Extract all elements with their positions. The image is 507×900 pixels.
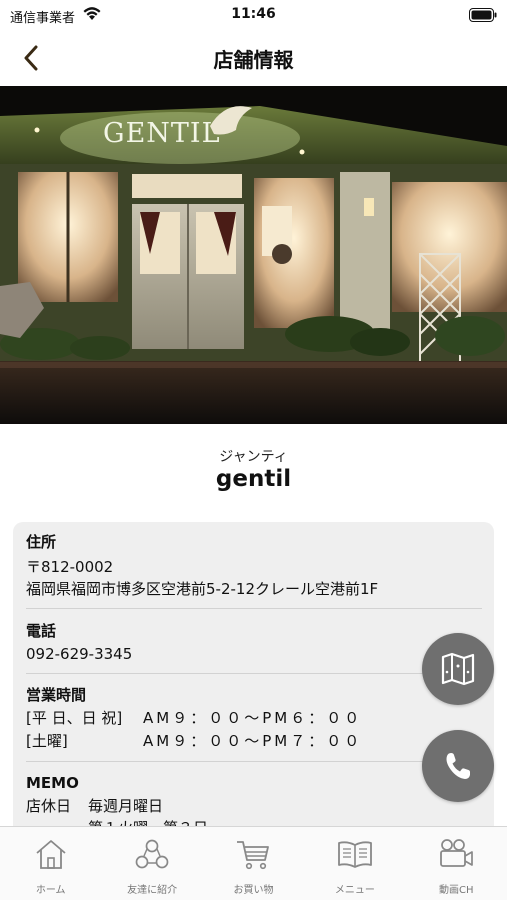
tab-label: メニュー [334, 885, 375, 896]
video-camera-icon [440, 839, 474, 867]
tab-bar: ホーム 友達に紹介 お買い物 メニュー 動画CH [0, 826, 507, 900]
memo-row: 店休日 毎週月曜日 [26, 795, 482, 817]
shop-name: gentil [215, 466, 292, 492]
address-section: 住所 〒812-0002 福岡県福岡市博多区空港前5-2-12クレール空港前1F [26, 532, 482, 600]
call-button[interactable] [422, 730, 494, 802]
tab-label: ホーム [35, 885, 66, 896]
map-icon [441, 652, 475, 686]
hours-row: [平 日、日 祝] AM９：００～PM６：００ [26, 707, 482, 730]
shopping-cart-icon [237, 841, 270, 870]
phone-icon [446, 753, 470, 779]
divider [26, 608, 482, 609]
page-title: 店舗情報 [213, 48, 294, 72]
menu-book-icon [337, 841, 372, 868]
tab-label: 友達に紹介 [127, 885, 178, 896]
clock: 11:46 [231, 6, 276, 22]
hours-row: [土曜] AM９：００～PM７：００ [26, 730, 482, 753]
hours-time: AM９：００～PM６：００ [143, 709, 363, 727]
postal-code: 〒812-0002 [26, 558, 114, 576]
status-bar: 通信事業者 11:46 [0, 0, 507, 30]
tab-label: お買い物 [233, 885, 274, 896]
storefront-sign: GENTIL [103, 118, 221, 149]
business-hours-title: 営業時間 [26, 686, 87, 704]
phone-section: 電話 092-629-3345 [26, 621, 482, 665]
divider [26, 761, 482, 762]
memo-value: 毎週月曜日 [88, 797, 164, 815]
tab-menu[interactable]: メニュー [304, 827, 405, 900]
shop-name-kana: ジャンティ [219, 449, 288, 465]
home-icon [36, 840, 66, 869]
memo-label: 店休日 [26, 797, 72, 815]
hours-day: [平 日、日 祝] [26, 709, 123, 727]
tab-shopping[interactable]: お買い物 [203, 827, 304, 900]
business-hours-section: 営業時間 [平 日、日 祝] AM９：００～PM６：００ [土曜] AM９：００… [26, 685, 482, 753]
battery-icon [469, 8, 497, 22]
share-friends-icon [135, 839, 169, 869]
tab-label: 動画CH [439, 885, 474, 896]
divider [26, 673, 482, 674]
nav-bar: 店舗情報 [0, 30, 507, 86]
tab-video-channel[interactable]: 動画CH [406, 827, 507, 900]
hours-day: [土曜] [26, 732, 68, 750]
hours-time: AM９：００～PM７：００ [143, 732, 363, 750]
phone-number[interactable]: 092-629-3345 [26, 643, 482, 665]
address-title: 住所 [26, 533, 57, 551]
address-line: 福岡県福岡市博多区空港前5-2-12クレール空港前1F [26, 580, 379, 598]
phone-title: 電話 [26, 622, 57, 640]
tab-share-friends[interactable]: 友達に紹介 [101, 827, 202, 900]
storefront-photo: GENTIL [0, 86, 507, 424]
store-info-card: 住所 〒812-0002 福岡県福岡市博多区空港前5-2-12クレール空港前1F… [13, 522, 494, 842]
map-button[interactable] [422, 633, 494, 705]
tab-home[interactable]: ホーム [0, 827, 101, 900]
memo-title: MEMO [26, 774, 79, 792]
